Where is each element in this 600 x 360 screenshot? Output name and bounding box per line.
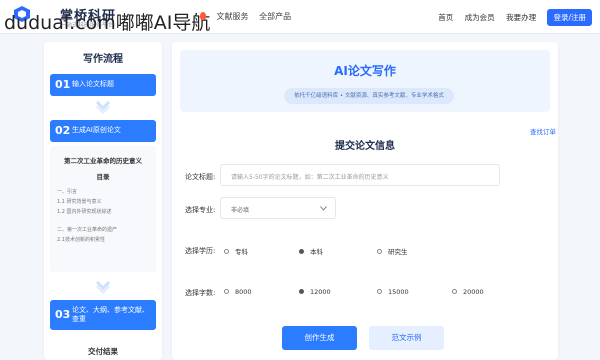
radio-label: 专科 bbox=[235, 248, 248, 256]
words-radio-20000[interactable]: 20000 bbox=[452, 288, 484, 296]
radio-label: 12000 bbox=[310, 288, 331, 296]
paper-title-input[interactable]: 请输入5-50字的论文标题，如：第二次工业革命的历史意义 bbox=[220, 164, 500, 186]
down-arrow-icon bbox=[95, 280, 111, 294]
watermark-text: duduai.com嘟嘟AI导航 bbox=[4, 12, 211, 34]
degree-radio-graduate[interactable]: 研究生 bbox=[377, 246, 408, 256]
top-header: 掌桥科研 一站式科研服务平台 duduai.com嘟嘟AI导航 文献服务 全部产… bbox=[0, 0, 600, 34]
step-3-number: 03 bbox=[55, 308, 71, 321]
doc-title: 第二次工业革命的历史意义 bbox=[64, 157, 142, 165]
down-arrow-icon bbox=[95, 100, 111, 114]
radio-label: 15000 bbox=[388, 288, 409, 296]
doc-line: 1.1 研究背景与意义 bbox=[57, 199, 102, 205]
form-title: 提交论文信息 bbox=[335, 141, 395, 152]
word-count-label: 选择字数: bbox=[185, 289, 216, 297]
nav-home[interactable]: 首页 bbox=[438, 13, 453, 22]
title-label: 论文标题: bbox=[185, 173, 216, 181]
radio-dot bbox=[224, 249, 229, 254]
step-1: 01 输入论文标题 bbox=[50, 74, 156, 96]
radio-dot bbox=[377, 249, 382, 254]
step-2-text: 生成AI原创论文 bbox=[72, 126, 121, 134]
hero-feature-pill: 依托千亿级语料库 • 文献资源、真实参考文献、专业学术格式 bbox=[284, 88, 454, 104]
find-order-link[interactable]: 查找订单 bbox=[530, 126, 556, 136]
radio-dot bbox=[224, 289, 229, 294]
step-1-number: 01 bbox=[55, 78, 71, 91]
degree-radio-bachelor[interactable]: 本科 bbox=[299, 246, 323, 256]
major-select[interactable]: 非必填 bbox=[220, 197, 336, 219]
deliver-result-heading: 交付结果 bbox=[88, 347, 118, 356]
workflow-title: 写作流程 bbox=[83, 54, 123, 65]
nav-item-literature[interactable]: 文献服务 bbox=[217, 12, 249, 21]
hero-banner: AI论文写作 依托千亿级语料库 • 文献资源、真实参考文献、专业学术格式 bbox=[180, 50, 550, 112]
words-radio-12000[interactable]: 12000 bbox=[299, 288, 331, 296]
words-radio-8000[interactable]: 8000 bbox=[224, 288, 252, 296]
login-button[interactable]: 登录/注册 bbox=[547, 9, 592, 26]
right-nav: 首页 成为会员 我要办理 登录/注册 bbox=[438, 9, 592, 26]
step-3-text: 论文、大纲、参考文献、查重 bbox=[72, 306, 149, 323]
nav-my-orders[interactable]: 我要办理 bbox=[506, 13, 536, 22]
radio-label: 本科 bbox=[310, 248, 323, 256]
chevron-down-icon bbox=[320, 206, 327, 211]
sample-document-preview: 第二次工业革命的历史意义 目录 一、引言 1.1 研究背景与意义 1.2 国内外… bbox=[50, 146, 156, 272]
doc-line: 一、引言 bbox=[57, 189, 78, 195]
step-2-number: 02 bbox=[55, 124, 71, 137]
degree-radio-associate[interactable]: 专科 bbox=[224, 246, 248, 256]
step-2: 02 生成AI原创论文 bbox=[50, 120, 156, 142]
paper-title-placeholder: 请输入5-50字的论文标题，如：第二次工业革命的历史意义 bbox=[231, 174, 389, 181]
radio-dot bbox=[299, 249, 304, 254]
hero-title: AI论文写作 bbox=[334, 64, 396, 78]
degree-label: 选择学历: bbox=[185, 247, 216, 255]
nav-item-all-products[interactable]: 全部产品 bbox=[259, 12, 291, 21]
radio-dot bbox=[299, 289, 304, 294]
step-1-text: 输入论文标题 bbox=[72, 80, 114, 88]
step-3: 03 论文、大纲、参考文献、查重 bbox=[50, 300, 156, 330]
doc-line: 二、第一次工业革命的遗产 bbox=[57, 227, 118, 233]
top-nav: 文献服务 全部产品 bbox=[200, 11, 299, 22]
sample-essay-button[interactable]: 范文示例 bbox=[369, 326, 444, 350]
radio-label: 研究生 bbox=[388, 248, 408, 256]
workflow-panel: 写作流程 01 输入论文标题 02 生成AI原创论文 第二次工业革命的历史意义 … bbox=[44, 42, 162, 360]
radio-label: 8000 bbox=[235, 288, 252, 296]
doc-line: 2.1技术创新的积累性 bbox=[57, 237, 105, 243]
nav-become-member[interactable]: 成为会员 bbox=[465, 13, 495, 22]
paper-form-panel: AI论文写作 依托千亿级语料库 • 文献资源、真实参考文献、专业学术格式 查找订… bbox=[172, 42, 558, 360]
radio-dot bbox=[377, 289, 382, 294]
generate-button[interactable]: 创作生成 bbox=[282, 326, 357, 350]
doc-line: 1.2 国内外研究现状综述 bbox=[57, 209, 112, 215]
doc-toc-heading: 目录 bbox=[96, 173, 110, 181]
words-radio-15000[interactable]: 15000 bbox=[377, 288, 409, 296]
radio-dot bbox=[452, 289, 457, 294]
major-select-value: 非必填 bbox=[231, 207, 250, 214]
radio-label: 20000 bbox=[463, 288, 484, 296]
hot-flame-icon bbox=[200, 12, 206, 20]
major-label: 选择专业: bbox=[185, 206, 216, 214]
